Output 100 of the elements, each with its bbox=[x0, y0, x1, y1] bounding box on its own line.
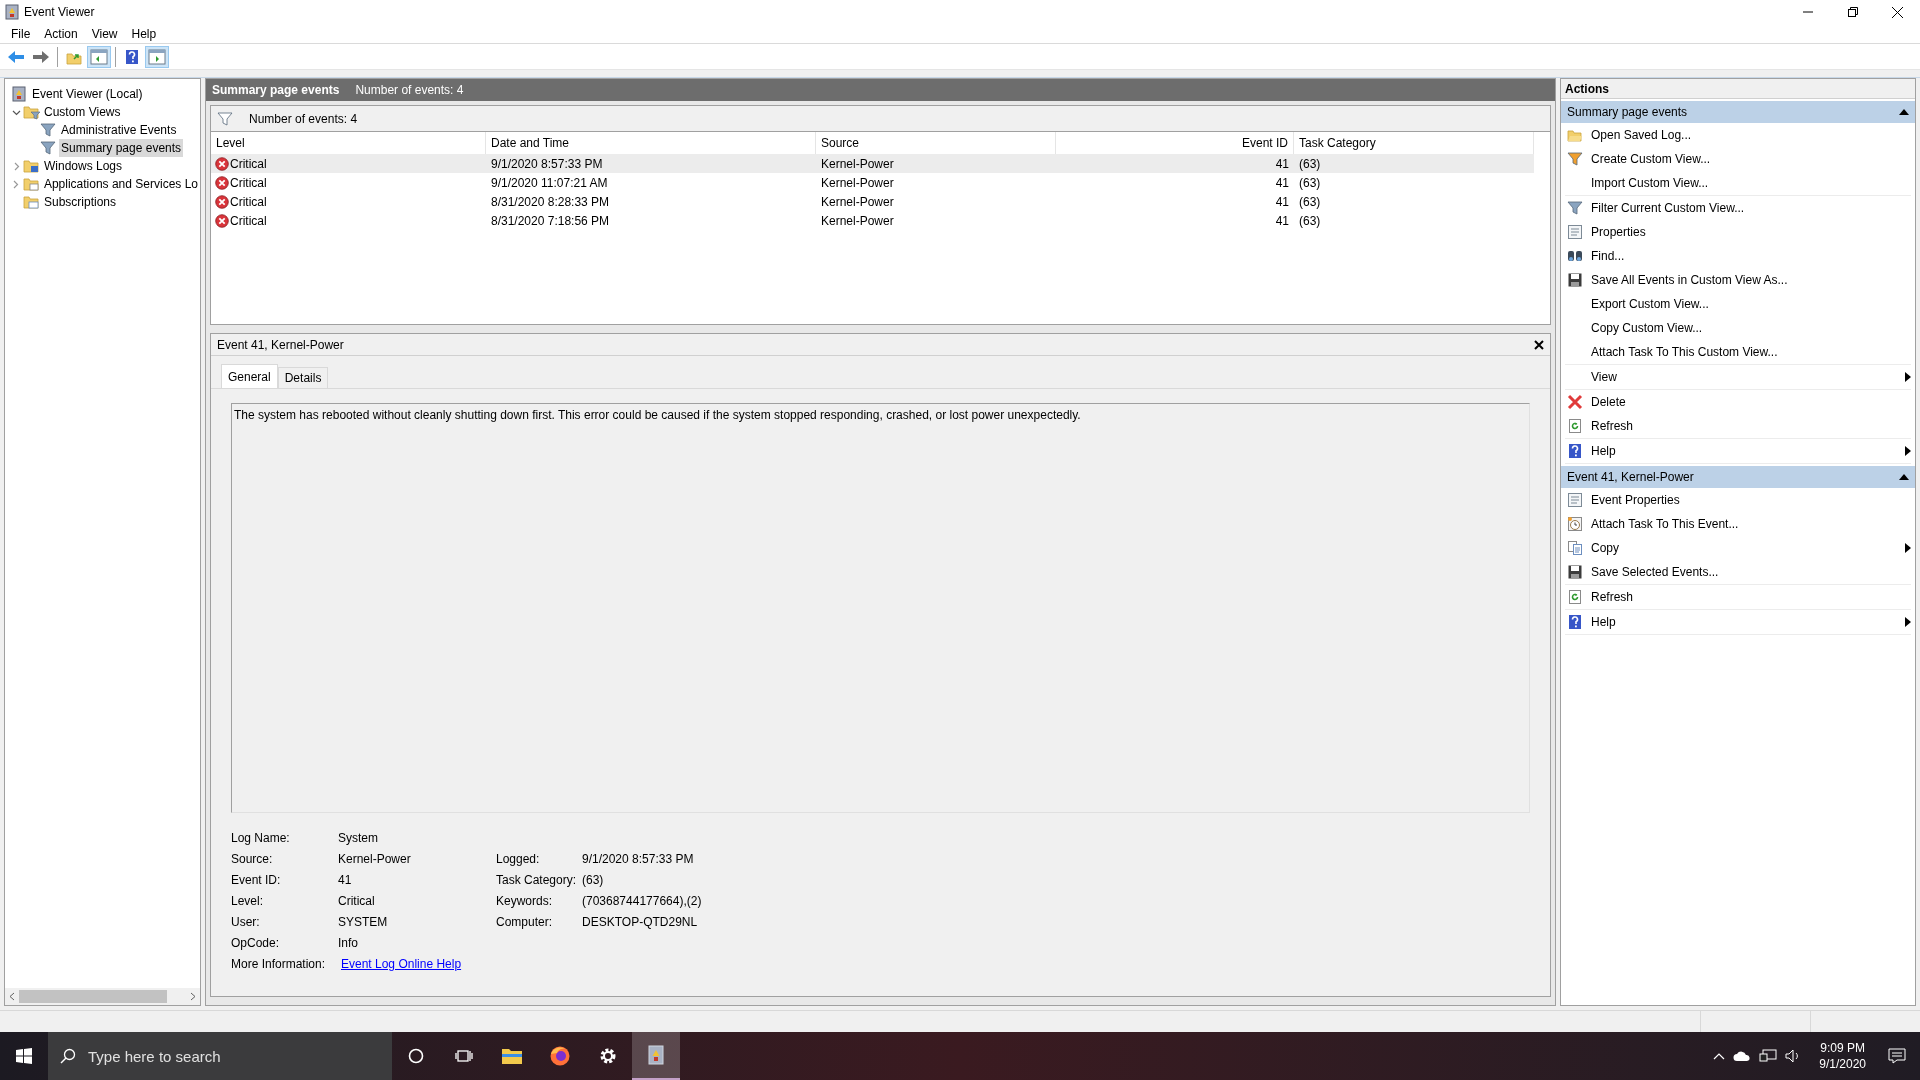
funnel-icon bbox=[217, 110, 233, 127]
pane-command[interactable]: Event Properties bbox=[1565, 488, 1911, 512]
cortana-icon bbox=[408, 1048, 424, 1064]
tree-item[interactable]: Summary page events bbox=[59, 139, 184, 157]
table-cell-text: Critical bbox=[230, 174, 267, 192]
error-icon bbox=[215, 175, 229, 190]
field-value: SYSTEM bbox=[338, 913, 389, 931]
show-action-pane-icon bbox=[148, 48, 166, 65]
scrollbar-thumb[interactable] bbox=[19, 990, 167, 1003]
help-icon bbox=[1567, 614, 1583, 630]
funnel-icon bbox=[40, 122, 56, 138]
search-icon bbox=[60, 1048, 76, 1064]
pane-command[interactable]: Create Custom View... bbox=[1565, 147, 1911, 171]
field-label: Log Name: bbox=[231, 829, 291, 847]
filter-summary: Number of events: 4 bbox=[249, 110, 358, 128]
event-viewer-icon bbox=[648, 1045, 664, 1065]
tree-item[interactable]: Custom Views bbox=[42, 103, 123, 121]
field-value: (70368744177664),(2) bbox=[582, 892, 702, 910]
table-cell-text: 8/31/2020 8:28:33 PM bbox=[491, 193, 610, 211]
field-label: User: bbox=[231, 913, 261, 931]
section-header[interactable]: Summary page events bbox=[1561, 101, 1915, 123]
error-icon bbox=[215, 156, 229, 171]
table-cell-text: 41 bbox=[1275, 174, 1289, 192]
log-book-icon bbox=[11, 86, 27, 102]
tab[interactable]: General bbox=[221, 364, 278, 388]
clock-icon bbox=[1567, 516, 1583, 532]
pane-command[interactable]: Properties bbox=[1565, 220, 1911, 244]
pane-command[interactable]: Find... bbox=[1565, 244, 1911, 268]
table-cell-text: 8/31/2020 7:18:56 PM bbox=[491, 212, 610, 230]
tree-item[interactable]: Event Viewer (Local) bbox=[30, 85, 145, 103]
search-field[interactable]: Type here to search bbox=[48, 1032, 392, 1080]
folder-icon bbox=[22, 176, 39, 192]
tab[interactable]: Details bbox=[277, 367, 329, 388]
clock-time: 9:09 PM bbox=[1820, 1040, 1865, 1056]
error-icon bbox=[215, 213, 229, 228]
menu-item[interactable]: Action bbox=[37, 24, 85, 43]
pane-command[interactable]: Refresh bbox=[1565, 585, 1911, 609]
refresh-icon bbox=[1567, 589, 1583, 605]
help-icon bbox=[125, 48, 139, 65]
pane-command[interactable]: Filter Current Custom View... bbox=[1565, 196, 1911, 220]
restore-icon bbox=[1847, 7, 1858, 17]
field-label: Source: bbox=[231, 850, 274, 868]
show-tree-button[interactable] bbox=[87, 45, 111, 68]
event-row[interactable]: Critical 9/1/2020 8:57:33 PM Kernel-Power 41 (63) bbox=[211, 154, 1534, 173]
table-cell-text: Critical bbox=[230, 155, 267, 173]
network-icon[interactable] bbox=[1759, 1049, 1778, 1063]
pane-command[interactable]: Attach Task To This Event... bbox=[1565, 512, 1911, 536]
tree-item[interactable]: Administrative Events bbox=[59, 121, 179, 139]
view-title: Summary page events bbox=[212, 82, 340, 99]
pane-command[interactable]: Copy bbox=[1565, 536, 1911, 560]
log-book-icon bbox=[4, 4, 20, 20]
chevron-up-icon[interactable] bbox=[1713, 1052, 1726, 1060]
pane-command[interactable]: Import Custom View... bbox=[1565, 171, 1911, 195]
pane-command[interactable]: Open Saved Log... bbox=[1565, 123, 1911, 147]
pane-command[interactable]: View bbox=[1565, 365, 1911, 389]
refresh-icon bbox=[1567, 418, 1583, 434]
pane-command[interactable]: Refresh bbox=[1565, 414, 1911, 438]
pane-command[interactable]: Delete bbox=[1565, 390, 1911, 414]
folder-icon bbox=[23, 158, 39, 174]
field-label: Logged: bbox=[496, 850, 541, 868]
pane-command[interactable]: Help bbox=[1565, 439, 1911, 463]
field-value: Kernel-Power bbox=[338, 850, 412, 868]
file-explorer-icon bbox=[501, 1047, 523, 1065]
actions-title: Actions bbox=[1565, 80, 1609, 98]
field-value: 41 bbox=[338, 871, 353, 889]
funnel-icon bbox=[1567, 151, 1583, 167]
table-cell-text: Kernel-Power bbox=[821, 155, 894, 173]
pane-command[interactable]: Attach Task To This Custom View... bbox=[1565, 340, 1911, 364]
field-value: DESKTOP-QTD29NL bbox=[582, 913, 698, 931]
chevron-right-icon[interactable] bbox=[11, 179, 21, 189]
help-link[interactable]: Event Log Online Help bbox=[341, 954, 462, 973]
pane-command[interactable]: Copy Custom View... bbox=[1565, 316, 1911, 340]
cloud-icon[interactable] bbox=[1733, 1050, 1752, 1062]
tree-item[interactable]: Windows Logs bbox=[42, 157, 125, 175]
properties-icon bbox=[1567, 492, 1583, 508]
menu-item[interactable]: View bbox=[84, 24, 125, 43]
clock-date: 9/1/2020 bbox=[1819, 1056, 1866, 1072]
notifications-icon[interactable] bbox=[1888, 1048, 1906, 1064]
pane-command[interactable]: Save Selected Events... bbox=[1565, 560, 1911, 584]
event-viewer-button[interactable] bbox=[632, 1032, 680, 1080]
folder-icon bbox=[1567, 127, 1583, 143]
task-view-icon bbox=[455, 1048, 473, 1064]
pane-command[interactable]: Save All Events in Custom View As... bbox=[1565, 268, 1911, 292]
field-label: Level: bbox=[231, 892, 265, 910]
event-description: The system has rebooted without cleanly shutting down first. This error could be caused if the system stopped responding, crashed, or lost power unexpectedly. bbox=[234, 407, 1082, 424]
tree-item[interactable]: Subscriptions bbox=[42, 193, 119, 211]
close-icon[interactable] bbox=[1534, 339, 1544, 350]
pane-command[interactable]: Export Custom View... bbox=[1565, 292, 1911, 316]
field-label: Event ID: bbox=[231, 871, 282, 889]
table-cell-text: Critical bbox=[230, 193, 267, 211]
section-header[interactable]: Event 41, Kernel-Power bbox=[1561, 466, 1915, 488]
table-cell-text: (63) bbox=[1299, 193, 1321, 211]
menu-item[interactable]: Help bbox=[124, 24, 164, 43]
table-cell-text: Critical bbox=[230, 212, 267, 230]
tree-item[interactable]: Applications and Services Lo bbox=[41, 175, 200, 193]
field-value: (63) bbox=[582, 871, 604, 889]
menu-item[interactable]: File bbox=[4, 24, 38, 43]
table-cell-text: (63) bbox=[1299, 212, 1321, 230]
pane-command[interactable]: Help bbox=[1565, 610, 1911, 634]
field-label: More Information: bbox=[231, 955, 327, 973]
